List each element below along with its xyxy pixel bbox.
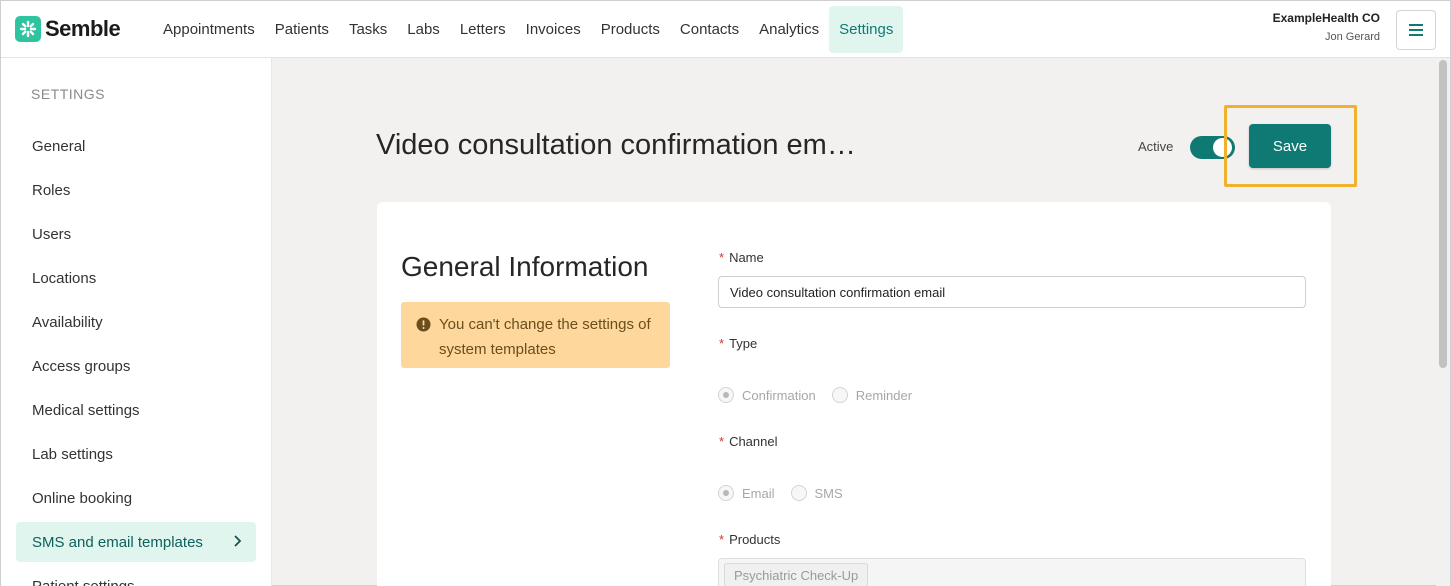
- exclamation-circle-icon: [416, 317, 431, 332]
- name-label: * Name: [719, 250, 764, 265]
- radio-email[interactable]: [718, 485, 734, 501]
- section-title: General Information: [401, 251, 649, 282]
- main-nav: Appointments Patients Tasks Labs Letters…: [153, 6, 904, 53]
- nav-products[interactable]: Products: [591, 6, 670, 53]
- nav-invoices[interactable]: Invoices: [516, 6, 591, 53]
- products-select[interactable]: Psychiatric Check-Up: [718, 558, 1306, 586]
- sidebar-item-general[interactable]: General: [16, 126, 256, 166]
- sidebar-item-availability[interactable]: Availability: [16, 302, 256, 342]
- name-input[interactable]: Video consultation confirmation email: [718, 276, 1306, 308]
- product-tag: Psychiatric Check-Up: [724, 563, 869, 586]
- type-label: * Type: [719, 336, 757, 351]
- nav-letters[interactable]: Letters: [450, 6, 516, 53]
- required-marker: *: [719, 336, 725, 351]
- radio-sms-label: SMS: [814, 485, 843, 501]
- required-marker: *: [719, 532, 725, 547]
- nav-settings[interactable]: Settings: [829, 6, 904, 53]
- name-label-text: Name: [729, 250, 764, 265]
- nav-analytics[interactable]: Analytics: [749, 6, 829, 53]
- sidebar-item-users[interactable]: Users: [16, 214, 256, 254]
- sidebar-item-label: SMS and email templates: [32, 533, 203, 551]
- top-navigation-bar: Semble Appointments Patients Tasks Labs …: [1, 1, 1450, 58]
- sidebar-item-sms-email-templates[interactable]: SMS and email templates: [16, 522, 256, 562]
- account-info[interactable]: ExampleHealth CO Jon Gerard: [1273, 11, 1380, 43]
- channel-label: * Channel: [719, 434, 778, 449]
- nav-labs[interactable]: Labs: [397, 6, 450, 53]
- account-org-name: ExampleHealth CO: [1272, 11, 1380, 25]
- page-scrollbar[interactable]: [1436, 58, 1450, 586]
- radio-confirmation-label: Confirmation: [742, 387, 816, 403]
- general-information-card: General Information You can't change the…: [377, 202, 1331, 586]
- sidebar-item-roles[interactable]: Roles: [16, 170, 256, 210]
- type-radio-group: Confirmation Reminder: [718, 387, 912, 403]
- products-label-text: Products: [729, 532, 781, 547]
- scrollbar-thumb[interactable]: [1439, 60, 1447, 368]
- radio-email-label: Email: [742, 485, 775, 501]
- sidebar-item-medical-settings[interactable]: Medical settings: [16, 390, 256, 430]
- nav-appointments[interactable]: Appointments: [153, 6, 265, 53]
- brand-name: Semble: [45, 16, 121, 41]
- sidebar-item-online-booking[interactable]: Online booking: [16, 478, 256, 518]
- save-button[interactable]: Save: [1249, 124, 1331, 168]
- products-label: * Products: [719, 532, 780, 547]
- radio-sms[interactable]: [790, 485, 807, 501]
- page-title: Video consultation confirmation em…: [376, 129, 856, 161]
- warning-text: You can't change the settings of system …: [439, 316, 651, 358]
- nav-tasks[interactable]: Tasks: [339, 6, 397, 53]
- radio-confirmation[interactable]: [718, 387, 734, 403]
- system-template-warning: You can't change the settings of system …: [401, 302, 670, 368]
- channel-label-text: Channel: [729, 434, 778, 449]
- active-label: Active: [1138, 139, 1174, 154]
- nav-patients[interactable]: Patients: [265, 6, 339, 53]
- nav-contacts[interactable]: Contacts: [670, 6, 749, 53]
- radio-reminder-label: Reminder: [855, 387, 913, 403]
- sidebar-heading: SETTINGS: [31, 86, 106, 102]
- channel-radio-group: Email SMS: [718, 485, 843, 501]
- menu-button[interactable]: [1396, 10, 1436, 50]
- radio-reminder[interactable]: [831, 387, 848, 403]
- type-label-text: Type: [729, 336, 758, 351]
- required-marker: *: [719, 250, 725, 265]
- sidebar-item-patient-settings[interactable]: Patient settings: [16, 566, 256, 586]
- semble-logo[interactable]: Semble: [15, 15, 121, 43]
- sidebar-item-access-groups[interactable]: Access groups: [16, 346, 256, 386]
- sidebar-item-lab-settings[interactable]: Lab settings: [16, 434, 256, 474]
- account-user-name: Jon Gerard: [1324, 31, 1380, 43]
- settings-sidebar: SETTINGS General Roles Users Locations A…: [1, 58, 272, 586]
- sidebar-item-locations[interactable]: Locations: [16, 258, 256, 298]
- semble-logo-icon: [15, 16, 41, 42]
- chevron-right-icon: [234, 535, 242, 547]
- required-marker: *: [719, 434, 725, 449]
- hamburger-icon: [1409, 24, 1423, 36]
